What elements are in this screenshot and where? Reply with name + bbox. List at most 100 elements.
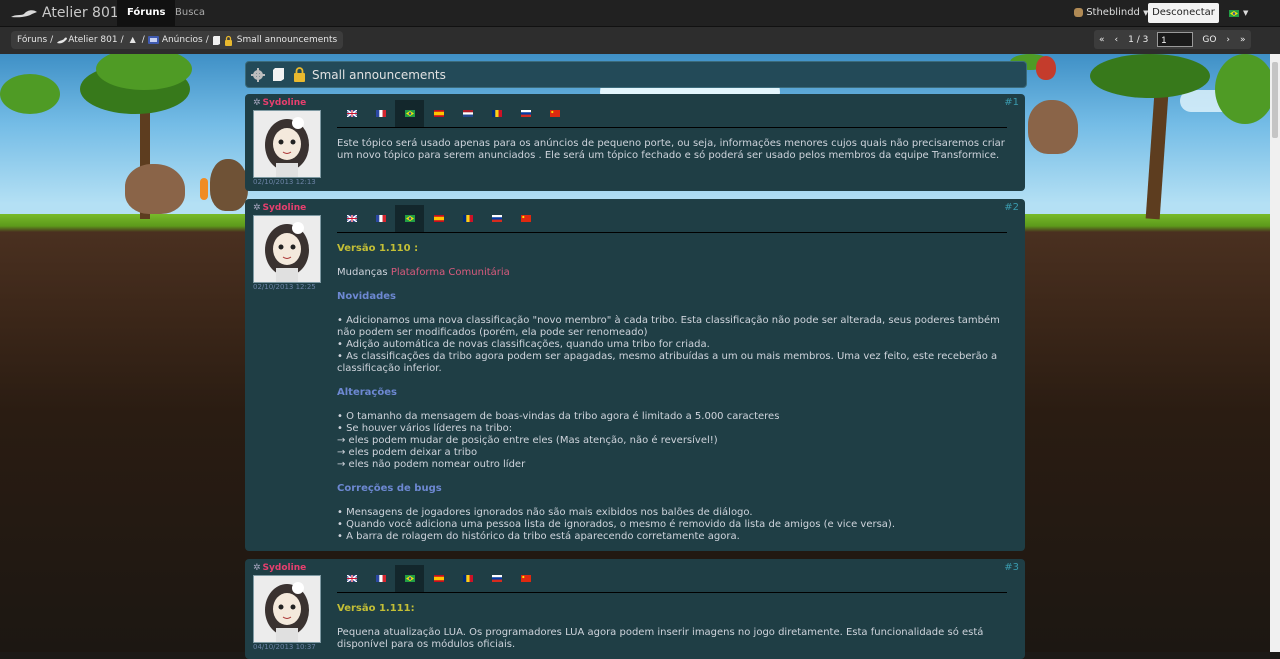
author-name: Sydoline (262, 563, 307, 573)
user-menu[interactable]: Stheblindd ▼ (1074, 0, 1148, 26)
language-tabs (337, 100, 1007, 128)
brazil-flag-icon (1229, 9, 1239, 17)
disconnect-button[interactable]: Desconectar (1148, 3, 1219, 23)
breadcrumb-atelier[interactable]: Atelier 801 (68, 31, 117, 49)
forum-post: ✲ Sydoline 02/10/2013 12:25 #2 Versão 1.1… (245, 199, 1025, 551)
flag-tab-fr[interactable] (366, 565, 395, 592)
brazil-flag-icon (404, 110, 415, 117)
brazil-flag-icon (404, 215, 415, 222)
announcement-icon (147, 36, 159, 44)
post-body: Versão 1.111: Pequena atualização LUA. O… (337, 603, 1007, 651)
flag-tab-br[interactable] (395, 100, 424, 127)
news-item: • As classificações da tribo agora podem… (337, 351, 998, 374)
flag-tab-gb[interactable] (337, 100, 366, 127)
logo-text: Atelier 801 (42, 5, 119, 21)
post-body: Este tópico será usado apenas para os an… (337, 138, 1007, 162)
gear-icon (251, 67, 265, 82)
language-menu[interactable]: ▼ (1229, 8, 1248, 18)
romania-flag-icon (491, 110, 502, 117)
post-text: Este tópico será usado apenas para os an… (337, 138, 1005, 161)
pagination: « ‹ 1 / 3 GO › » (1094, 30, 1251, 49)
post-date: 02/10/2013 12:25 (253, 283, 316, 291)
first-page-button[interactable]: « (1094, 35, 1110, 45)
china-flag-icon (520, 215, 531, 222)
star-icon: ✲ (253, 563, 261, 573)
section-changes-title: Alterações (337, 387, 397, 398)
change-item: • O tamanho da mensagem de boas-vindas d… (337, 411, 780, 422)
flag-tab-ro[interactable] (453, 565, 482, 592)
flag-tab-cn[interactable] (511, 565, 540, 592)
section-news-title: Novidades (337, 291, 396, 302)
flag-tab-ro[interactable] (482, 100, 511, 127)
lock-icon (294, 67, 305, 82)
uk-flag-icon (346, 575, 357, 582)
flag-tab-fr[interactable] (366, 205, 395, 232)
flag-tab-cn[interactable] (511, 205, 540, 232)
page-info: 1 / 3 (1128, 34, 1149, 45)
scrollbar-thumb[interactable] (1272, 62, 1278, 138)
flag-tab-es[interactable] (424, 565, 453, 592)
flag-tab-ru[interactable] (482, 205, 511, 232)
flag-tab-ro[interactable] (453, 205, 482, 232)
go-button[interactable]: GO (1197, 35, 1221, 45)
uk-flag-icon (346, 110, 357, 117)
post-body: Versão 1.110 : Mudanças Plataforma Comun… (337, 243, 1007, 543)
uk-flag-icon (346, 215, 357, 222)
post-author[interactable]: ✲ Sydoline (253, 98, 306, 108)
mouse-logo-icon (11, 10, 37, 18)
flag-tab-gb[interactable] (337, 205, 366, 232)
france-flag-icon (375, 110, 386, 117)
spain-flag-icon (433, 575, 444, 582)
site-logo[interactable]: Atelier 801 (10, 4, 119, 22)
flag-tab-br[interactable] (395, 565, 424, 592)
topic-header: Small announcements (245, 61, 1027, 88)
top-navbar: Atelier 801 Fóruns Busca Stheblindd ▼ De… (0, 0, 1280, 27)
tab-search[interactable]: Busca (165, 0, 215, 26)
post-author[interactable]: ✲ Sydoline (253, 563, 306, 573)
avatar (253, 215, 321, 283)
china-flag-icon (549, 110, 560, 117)
breadcrumb-announcements[interactable]: Anúncios (162, 31, 203, 49)
breadcrumb-forums[interactable]: Fóruns (17, 31, 47, 49)
brazil-flag-icon (404, 575, 415, 582)
next-page-button[interactable]: › (1221, 35, 1235, 45)
flag-tab-br[interactable] (395, 205, 424, 232)
version-title: Versão 1.110 : (337, 243, 419, 254)
change-item: → eles não podem nomear outro líder (337, 459, 526, 470)
prev-page-button[interactable]: ‹ (1110, 35, 1124, 45)
netherlands-flag-icon (462, 110, 473, 117)
last-page-button[interactable]: » (1235, 35, 1251, 45)
russia-flag-icon (491, 575, 502, 582)
community-platform-link[interactable]: Plataforma Comunitária (391, 267, 510, 278)
france-flag-icon (375, 575, 386, 582)
author-name: Sydoline (262, 98, 307, 108)
flag-tab-es[interactable] (424, 205, 453, 232)
post-date: 04/10/2013 10:37 (253, 643, 316, 651)
user-name: Stheblindd (1086, 7, 1140, 18)
flag-tab-ru[interactable] (511, 100, 540, 127)
tree-icon: ▲ (129, 35, 136, 44)
scroll-icon (212, 35, 220, 45)
atelier-mouse-icon (57, 37, 68, 43)
flag-tab-gb[interactable] (337, 565, 366, 592)
topic-title: Small announcements (312, 67, 446, 82)
flag-tab-es[interactable] (424, 100, 453, 127)
flag-tab-ru[interactable] (482, 565, 511, 592)
russia-flag-icon (520, 110, 531, 117)
bug-item: • Quando você adiciona uma pessoa lista … (337, 519, 896, 530)
section-bugs-title: Correções de bugs (337, 483, 442, 494)
post-author[interactable]: ✲ Sydoline (253, 203, 306, 213)
page-scrollbar[interactable] (1270, 54, 1280, 652)
romania-flag-icon (462, 215, 473, 222)
breadcrumb-topic: Small announcements (236, 35, 338, 45)
scroll-icon (273, 68, 284, 81)
china-flag-icon (520, 575, 531, 582)
flag-tab-cn[interactable] (540, 100, 569, 127)
language-tabs (337, 565, 1007, 593)
spain-flag-icon (433, 110, 444, 117)
page-input[interactable] (1157, 32, 1194, 47)
flag-tab-fr[interactable] (366, 100, 395, 127)
flag-tab-nl[interactable] (453, 100, 482, 127)
forum-post: ✲ Sydoline 02/10/2013 12:13 #1 Este tópic… (245, 94, 1025, 191)
bug-item: • A barra de rolagem do histórico da tri… (337, 531, 740, 542)
